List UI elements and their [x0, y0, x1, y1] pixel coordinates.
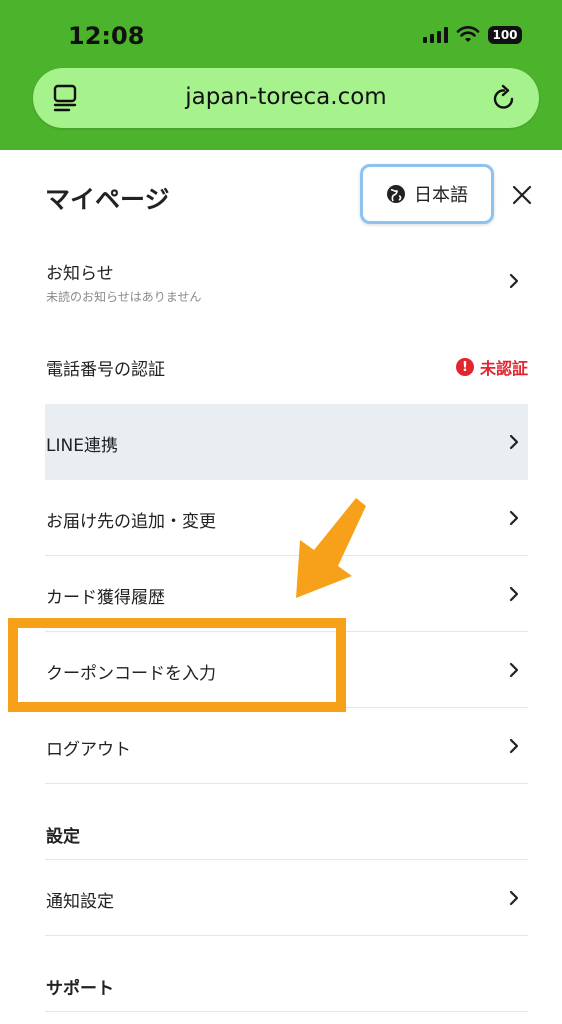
menu-item-line[interactable]: LINE連携: [45, 404, 528, 480]
url-bar[interactable]: japan-toreca.com: [33, 68, 539, 128]
chevron-right-icon: [509, 738, 519, 754]
annotation-highlight-box: [8, 618, 346, 712]
menu-item-label: お知らせ: [46, 264, 114, 284]
language-button[interactable]: 日本語: [360, 164, 494, 224]
status-icons: 100: [423, 26, 522, 44]
page-title: マイページ: [45, 185, 170, 214]
menu-item-label: 電話番号の認証: [46, 360, 165, 380]
chevron-right-icon: [509, 662, 519, 678]
status-badge: ! 未認証: [455, 355, 528, 379]
chevron-right-icon: [509, 434, 519, 450]
menu-item-label: お届け先の追加・変更: [46, 512, 216, 532]
close-icon[interactable]: [509, 182, 535, 208]
status-time: 12:08: [68, 22, 145, 50]
reload-icon[interactable]: [489, 82, 519, 114]
globe-icon: [387, 185, 405, 203]
cellular-signal-icon: [423, 27, 448, 43]
verification-status: 未認証: [479, 359, 528, 378]
menu-item-label: カード獲得履歴: [46, 588, 165, 608]
menu-item-label: ログアウト: [46, 740, 131, 760]
section-divider: [45, 936, 528, 1012]
status-bar: 12:08 100: [0, 0, 562, 62]
battery-icon: 100: [488, 26, 522, 44]
menu-item-address[interactable]: お届け先の追加・変更: [45, 480, 528, 556]
chevron-right-icon: [509, 510, 519, 526]
url-text[interactable]: japan-toreca.com: [33, 84, 539, 110]
menu-item-phone-verification[interactable]: 電話番号の認証 ! 未認証: [45, 328, 528, 404]
menu-item-label: LINE連携: [46, 436, 118, 456]
warning-icon: !: [455, 358, 474, 376]
wifi-icon: [456, 26, 480, 42]
menu-item-label: 通知設定: [46, 892, 114, 912]
chevron-right-icon: [509, 273, 519, 289]
section-divider: [45, 784, 528, 860]
menu-item-notifications[interactable]: お知らせ 未読のお知らせはありません: [45, 240, 528, 320]
language-label: 日本語: [414, 185, 468, 206]
chevron-right-icon: [509, 890, 519, 906]
menu-item-subtext: 未読のお知らせはありません: [46, 290, 202, 304]
menu-item-logout[interactable]: ログアウト: [45, 708, 528, 784]
chevron-right-icon: [509, 586, 519, 602]
menu-item-notification-settings[interactable]: 通知設定: [45, 860, 528, 936]
